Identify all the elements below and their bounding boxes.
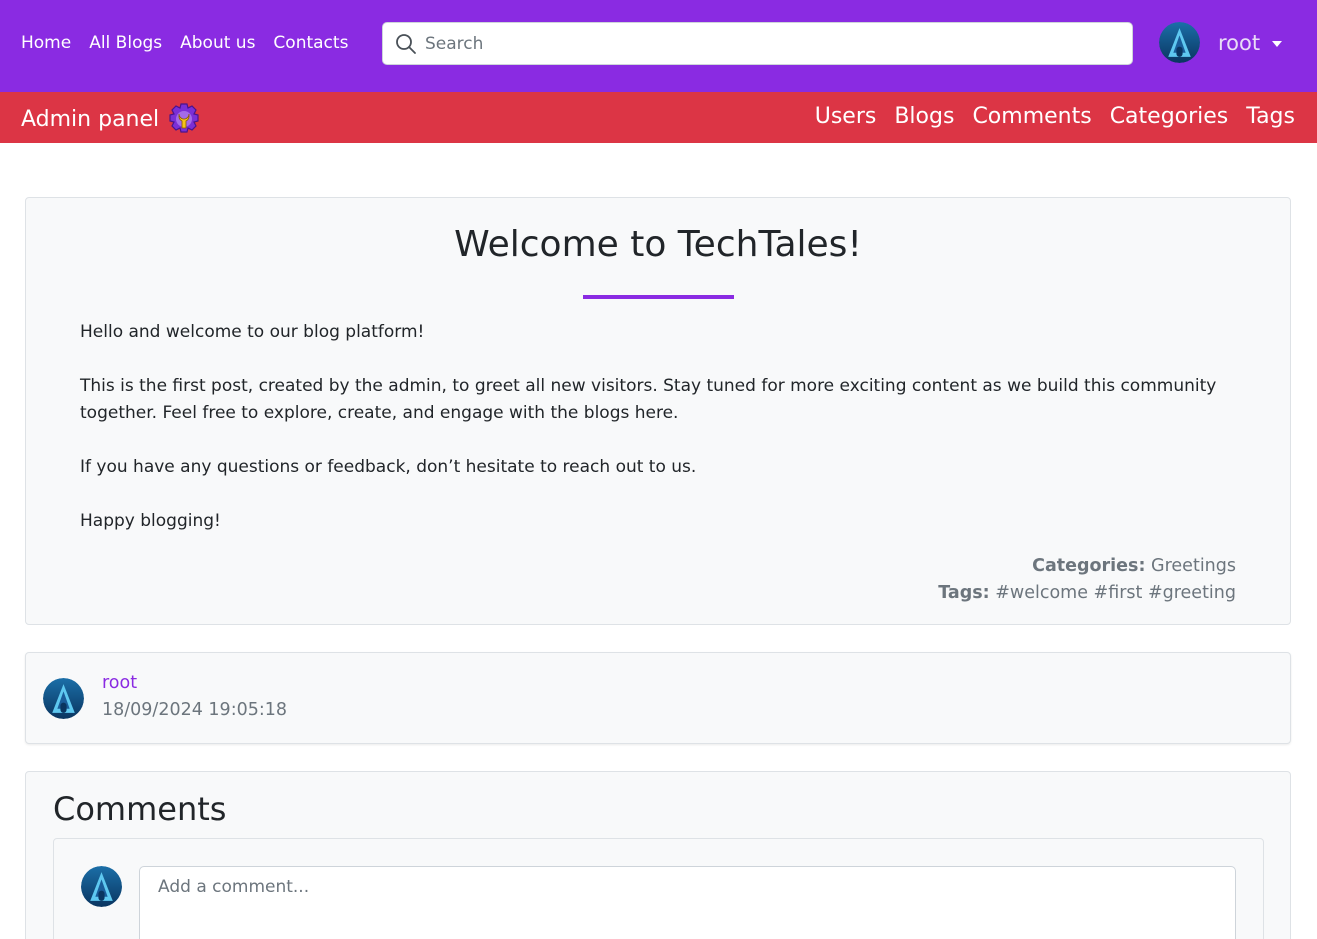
nav-about-us-link[interactable]: About us: [180, 31, 255, 55]
user-name: root: [1218, 30, 1261, 55]
post-timestamp: 18/09/2024 19:05:18: [102, 700, 288, 720]
comments-heading: Comments: [53, 790, 227, 828]
post-title: Welcome to TechTales!: [454, 224, 862, 265]
admin-panel-link[interactable]: Admin panel: [21, 103, 200, 135]
post-meta: Categories: Greetings Tags: #welcome #fi…: [938, 553, 1236, 607]
search-box: [382, 22, 1133, 65]
title-divider: [583, 295, 734, 299]
post-paragraph: Hello and welcome to our blog platform!: [80, 322, 425, 342]
comment-form: [53, 838, 1264, 939]
categories-value[interactable]: Greetings: [1151, 556, 1236, 576]
categories-label: Categories:: [1032, 556, 1146, 576]
user-avatar: [1159, 22, 1200, 63]
author-avatar: [43, 678, 84, 719]
comment-input[interactable]: [139, 866, 1236, 939]
admin-blogs-link[interactable]: Blogs: [894, 103, 954, 131]
chevron-down-icon: [1272, 40, 1283, 47]
author-name-link[interactable]: root: [102, 673, 137, 693]
admin-categories-link[interactable]: Categories: [1110, 103, 1229, 131]
commenter-avatar: [81, 866, 122, 907]
post-tags: Tags: #welcome #first #greeting: [938, 580, 1236, 607]
admin-comments-link[interactable]: Comments: [972, 103, 1091, 131]
admin-panel-label: Admin panel: [21, 106, 160, 132]
tags-label: Tags:: [938, 583, 990, 603]
post-paragraph: If you have any questions or feedback, d…: [80, 457, 697, 477]
post-paragraph: Happy blogging!: [80, 511, 221, 531]
admin-bar: Admin panel Users Blogs Comments Categor…: [0, 92, 1317, 143]
top-navbar: Home All Blogs About us Contacts root: [0, 0, 1317, 92]
nav-all-blogs-link[interactable]: All Blogs: [89, 31, 162, 55]
search-icon: [396, 34, 416, 54]
comments-section: Comments: [25, 771, 1291, 939]
tags-value[interactable]: #welcome #first #greeting: [995, 583, 1236, 603]
post-card: Welcome to TechTales! Hello and welcome …: [25, 197, 1291, 625]
search-input[interactable]: [425, 23, 1125, 64]
user-menu-toggle[interactable]: root: [1159, 22, 1283, 63]
admin-tags-link[interactable]: Tags: [1246, 103, 1295, 131]
main-nav: Home All Blogs About us Contacts: [21, 31, 366, 55]
author-card: root 18/09/2024 19:05:18: [25, 652, 1291, 744]
admin-nav: Users Blogs Comments Categories Tags: [797, 103, 1295, 131]
nav-home-link[interactable]: Home: [21, 31, 71, 55]
post-categories: Categories: Greetings: [938, 553, 1236, 580]
post-body: Hello and welcome to our blog platform! …: [80, 319, 1230, 562]
nav-contacts-link[interactable]: Contacts: [273, 31, 348, 55]
admin-gear-icon: [169, 103, 199, 133]
post-paragraph: This is the first post, created by the a…: [80, 376, 1217, 423]
admin-users-link[interactable]: Users: [815, 103, 877, 131]
